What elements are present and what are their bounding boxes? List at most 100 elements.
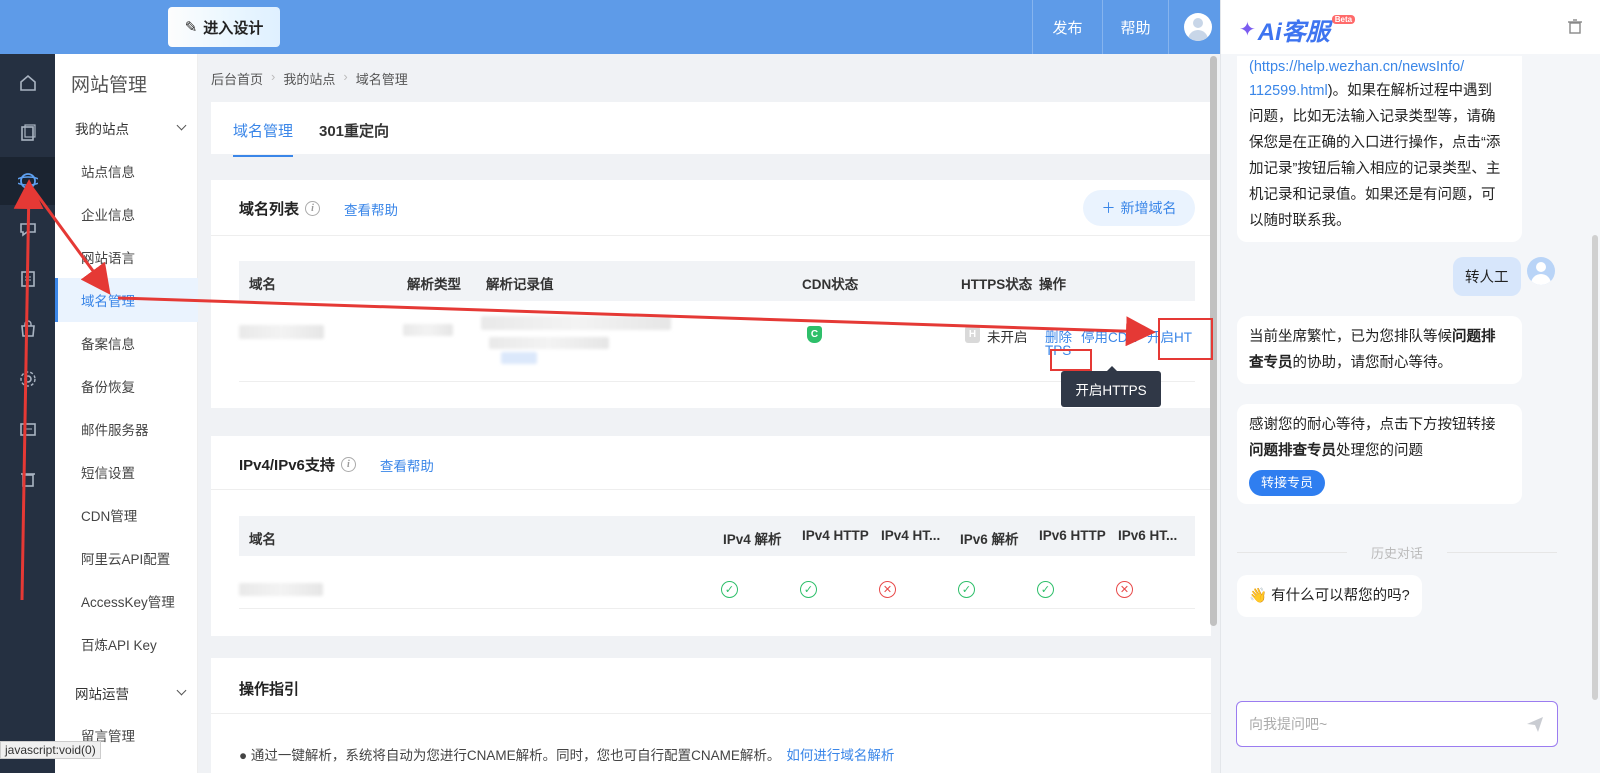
- top-bar: ✎ 进入设计 发布 帮助: [0, 0, 1236, 54]
- column-header: IPv6 HTTP: [1039, 528, 1106, 543]
- guide-text-content: ● 通过一键解析，系统将自动为您进行CNAME解析。同时，您也可自行配置CNAM…: [239, 748, 781, 763]
- add-domain-button[interactable]: ＋ 新增域名: [1083, 190, 1195, 226]
- sidebar-item-mail-server[interactable]: 邮件服务器: [55, 407, 198, 451]
- msg-line-link[interactable]: (https://help.wezhan.cn/newsInfo/: [1249, 56, 1510, 78]
- sparkle-icon: ✦: [1239, 19, 1256, 41]
- column-header: 域名: [249, 277, 276, 292]
- sidebar-item-label: 站点信息: [81, 165, 135, 180]
- chat-input[interactable]: [1249, 702, 1509, 746]
- sidebar-item-backup[interactable]: 备份恢复: [55, 364, 198, 408]
- msg-text: 处理您的问题: [1336, 443, 1423, 459]
- sidebar-item-domain[interactable]: 域名管理: [55, 278, 198, 322]
- history-divider: 历史对话: [1237, 543, 1557, 562]
- help-link-top[interactable]: 帮助: [1102, 0, 1168, 54]
- breadcrumb-sites[interactable]: 我的站点: [283, 69, 335, 88]
- blurred-link: [501, 352, 537, 364]
- icon-rail: [0, 54, 55, 773]
- mail-icon[interactable]: [0, 406, 55, 452]
- https-status-text: 未开启: [987, 330, 1028, 345]
- msg-line: 机记录和记录值。如果还是有问题，可: [1249, 187, 1496, 203]
- edit-icon: ✎: [184, 19, 198, 36]
- guide-title: 操作指引: [239, 681, 300, 698]
- sidebar-item-language[interactable]: 网站语言: [55, 235, 198, 279]
- doc-icon[interactable]: [0, 256, 55, 302]
- sidebar-item-label: AccessKey管理: [81, 595, 175, 610]
- column-header: IPv6 HT...: [1118, 528, 1178, 543]
- shop-icon[interactable]: [0, 306, 55, 352]
- beta-badge: Beta: [1331, 15, 1356, 24]
- breadcrumb-home[interactable]: 后台首页: [211, 69, 263, 88]
- sidebar-item-aliyun-api[interactable]: 阿里云API配置: [55, 536, 198, 580]
- table-header: 域名 解析类型 解析记录值 CDN状态 HTTPS状态 操作: [239, 261, 1195, 301]
- help-link[interactable]: 查看帮助: [380, 455, 434, 475]
- disable-cdn-link[interactable]: 停用CDN: [1081, 326, 1137, 346]
- tab-domain[interactable]: 域名管理: [233, 120, 294, 157]
- trash-icon[interactable]: [0, 456, 55, 502]
- settings-icon[interactable]: [0, 356, 55, 402]
- home-icon[interactable]: [0, 60, 55, 106]
- cross-icon: ✕: [1116, 581, 1133, 598]
- section-title: 域名列表: [239, 201, 300, 218]
- column-header: IPv4 HT...: [881, 528, 941, 543]
- help-link[interactable]: 查看帮助: [344, 199, 398, 219]
- blurred-domain: [239, 325, 324, 339]
- menu-group-my-sites[interactable]: 我的站点: [75, 118, 187, 138]
- send-icon[interactable]: [1525, 714, 1545, 734]
- brand-name: Ai客服: [1257, 19, 1330, 46]
- sidebar-item-bailian-key[interactable]: 百炼API Key: [55, 622, 198, 666]
- check-icon: ✓: [721, 581, 738, 598]
- msg-line: 问题，比如无法输入记录类型等，请确: [1249, 109, 1496, 125]
- msg-bold: 问题排查专员: [1249, 443, 1336, 459]
- menu-group-label: 我的站点: [75, 122, 129, 137]
- clear-chat-icon[interactable]: [1567, 18, 1583, 34]
- bot-message-2: 当前坐席繁忙，已为您排队等候问题排 查专员的协助，请您耐心等待。: [1237, 316, 1522, 384]
- msg-link-tail[interactable]: 112599.html: [1249, 83, 1328, 99]
- plus-icon: ＋: [1101, 200, 1116, 216]
- side-menu: 网站管理 我的站点 站点信息 企业信息 网站语言 域名管理 备案信息 备份恢复 …: [55, 54, 198, 773]
- cross-icon: ✕: [879, 581, 896, 598]
- sidebar-item-site-info[interactable]: 站点信息: [55, 149, 198, 193]
- msg-bold: 问题排: [1452, 329, 1496, 345]
- https-status-icon: H: [965, 326, 980, 343]
- info-icon[interactable]: i: [340, 457, 356, 472]
- chat-scrollbar[interactable]: [1592, 235, 1598, 700]
- bot-message-3: 感谢您的耐心等待，点击下方按钮转接 问题排查专员处理您的问题 转接专员: [1237, 404, 1522, 504]
- chat-input-box: [1236, 701, 1558, 747]
- sidebar-item-filing[interactable]: 备案信息: [55, 321, 198, 365]
- section-title: IPv4/IPv6支持: [239, 457, 335, 474]
- msg-bold: 查专员: [1249, 355, 1293, 371]
- msg-text: 感谢您的耐心等待，点击下方按钮转接: [1249, 417, 1496, 433]
- publish-link[interactable]: 发布: [1032, 0, 1102, 54]
- sidebar-item-label: 备份恢复: [81, 380, 135, 395]
- tab-301-redirect[interactable]: 301重定向: [319, 120, 389, 155]
- msg-line: 以随时联系我。: [1249, 213, 1351, 229]
- msg-text: 的协助，请您耐心等待。: [1292, 355, 1453, 371]
- user-message: 转人工: [1453, 257, 1521, 296]
- enter-design-button[interactable]: ✎ 进入设计: [168, 7, 280, 47]
- chat-icon[interactable]: [0, 206, 55, 252]
- sidebar-item-accesskey[interactable]: AccessKey管理: [55, 579, 198, 623]
- chevron-right-icon: ›: [343, 69, 348, 84]
- transfer-agent-button[interactable]: 转接专员: [1249, 470, 1326, 496]
- domain-resolve-help-link[interactable]: 如何进行域名解析: [786, 748, 894, 763]
- column-header: 域名: [249, 532, 276, 547]
- pages-icon[interactable]: [0, 110, 55, 156]
- info-icon[interactable]: i: [305, 201, 321, 216]
- divider: [211, 713, 1211, 714]
- guide-card: 操作指引 ● 通过一键解析，系统将自动为您进行CNAME解析。同时，您也可自行配…: [211, 658, 1211, 773]
- row-divider: [239, 608, 1195, 609]
- sidebar-item-company-info[interactable]: 企业信息: [55, 192, 198, 236]
- column-header: 解析记录值: [486, 277, 554, 292]
- sidebar-item-label: 企业信息: [81, 208, 135, 223]
- globe-icon[interactable]: [0, 157, 55, 205]
- status-bar: javascript:void(0): [0, 741, 101, 759]
- sidebar-item-sms[interactable]: 短信设置: [55, 450, 198, 494]
- user-avatar[interactable]: [1184, 13, 1212, 41]
- guide-text: ● 通过一键解析，系统将自动为您进行CNAME解析。同时，您也可自行配置CNAM…: [239, 744, 894, 764]
- sidebar-item-cdn[interactable]: CDN管理: [55, 493, 198, 537]
- chat-header: ✦ Ai客服 Beta: [1221, 0, 1600, 54]
- column-header: 操作: [1039, 277, 1066, 292]
- sidebar-item-label: 网站语言: [81, 251, 135, 266]
- menu-group-operations[interactable]: 网站运营: [75, 683, 187, 703]
- logo-area: [0, 0, 155, 54]
